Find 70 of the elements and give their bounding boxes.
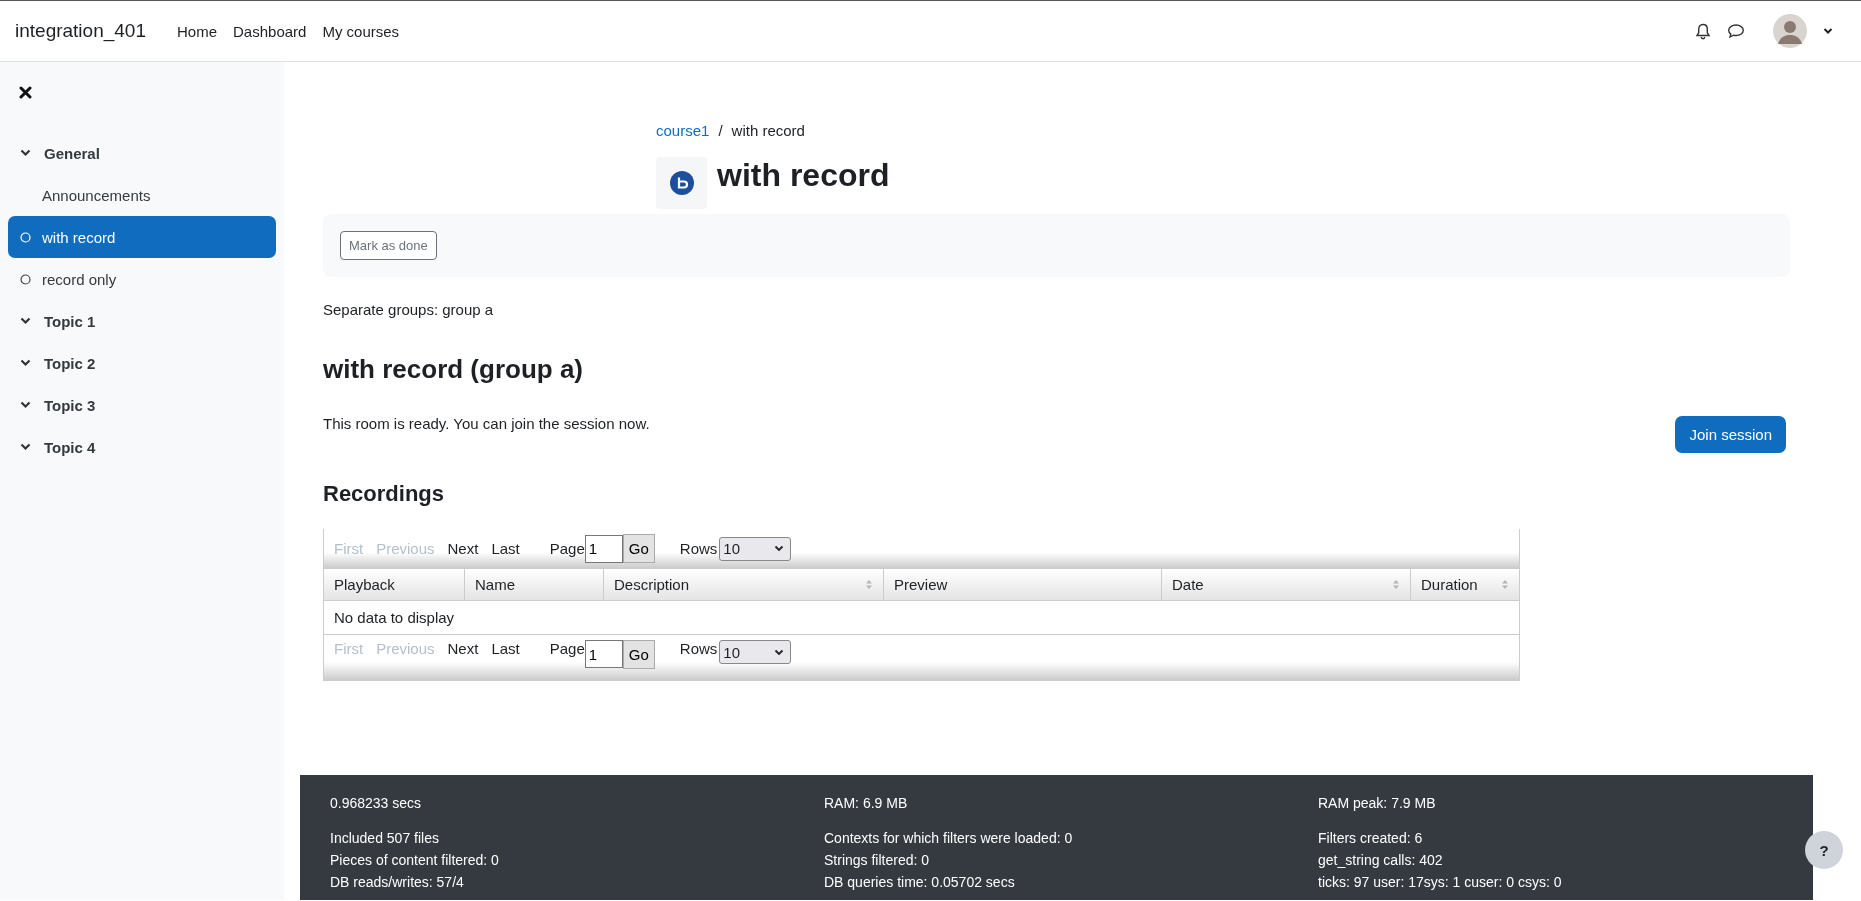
caret-icon (774, 545, 785, 552)
rows-select[interactable]: 10 (719, 536, 792, 561)
column-header[interactable]: Duration (1411, 569, 1519, 600)
performance-text: RAM: 6.9 MB (824, 795, 909, 811)
performance-text: get_string calls: 402 (1318, 852, 1444, 868)
column-header[interactable]: Date (1162, 569, 1411, 600)
last-link[interactable]: Last (491, 540, 520, 557)
page-label: Page (549, 640, 585, 657)
chevron-down-icon[interactable] (20, 317, 31, 325)
performance-text: Strings filtered: 0 (824, 852, 931, 868)
page-label: Page (549, 540, 585, 557)
avatar-icon[interactable] (1773, 14, 1807, 48)
nav-link[interactable]: My courses (322, 22, 400, 40)
section-title[interactable]: Topic 2 (44, 354, 96, 372)
mark-as-done-button[interactable]: Mark as done (340, 231, 437, 260)
rows-label: Rows (679, 540, 718, 557)
join-session-button[interactable]: Join session (1675, 416, 1786, 453)
performance-text: DB reads/writes: 57/4 (330, 874, 465, 890)
column-header[interactable]: Name (465, 569, 604, 600)
nav-link[interactable]: Home (177, 22, 217, 40)
room-title: with record (group a) (323, 354, 584, 385)
page-input[interactable]: 1 (584, 640, 623, 668)
section-title[interactable]: Topic 4 (44, 438, 96, 456)
chevron-down-icon[interactable] (20, 401, 31, 409)
performance-text: Contexts for which filters were loaded: 0 (824, 830, 1074, 846)
section-title[interactable]: Topic 3 (44, 396, 96, 414)
next-link[interactable]: Next (447, 540, 479, 557)
performance-text: DB queries time: 0.05702 secs (824, 874, 1016, 890)
go-button[interactable]: Go (622, 640, 655, 669)
performance-text: Included 507 files (330, 830, 440, 846)
help-button[interactable]: ? (1805, 831, 1843, 869)
section-title[interactable]: General (44, 144, 100, 162)
breadcrumb-link[interactable]: course1 (656, 122, 710, 139)
room-status-text: This room is ready. You can join the session now. (323, 415, 650, 432)
performance-text: Pieces of content filtered: 0 (330, 852, 500, 868)
page-title: with record (717, 157, 890, 195)
breadcrumb-separator: / (718, 122, 723, 139)
performance-text: 0.968233 secs (330, 795, 423, 811)
close-icon[interactable] (19, 86, 32, 99)
bell-icon[interactable] (1695, 22, 1711, 40)
chevron-down-icon[interactable] (20, 149, 31, 157)
page-input[interactable]: 1 (584, 534, 623, 563)
column-header[interactable]: Preview (884, 569, 1162, 600)
activity-icon (656, 157, 707, 209)
chevron-down-icon[interactable] (20, 443, 31, 451)
sidebar-item[interactable]: with record (8, 216, 276, 258)
column-header[interactable]: Playback (324, 569, 465, 600)
rows-select[interactable]: 10 (719, 640, 792, 664)
last-link[interactable]: Last (491, 640, 520, 657)
rows-label: Rows (679, 640, 718, 657)
go-button[interactable]: Go (622, 534, 655, 563)
caret-icon (774, 648, 785, 656)
chevron-down-icon[interactable] (20, 359, 31, 367)
sidebar-item[interactable]: Announcements (8, 174, 276, 216)
chat-bubble-icon[interactable] (1727, 23, 1745, 39)
recordings-heading: Recordings (323, 481, 446, 507)
circle-icon (20, 273, 31, 285)
site-name[interactable]: integration_401 (15, 20, 146, 42)
performance-text: RAM peak: 7.9 MB (1318, 795, 1437, 811)
section-title[interactable]: Topic 1 (44, 312, 96, 330)
breadcrumb-current: with record (731, 122, 805, 139)
circle-icon (20, 231, 31, 243)
column-header[interactable]: Description (604, 569, 884, 600)
group-mode-text: Separate groups: group a (323, 301, 495, 318)
performance-text: ticks: 97 user: 17sys: 1 cuser: 0 csys: 0 (1318, 874, 1563, 890)
next-link[interactable]: Next (447, 640, 479, 657)
sidebar-item[interactable]: record only (8, 258, 276, 300)
nav-link[interactable]: Dashboard (233, 22, 307, 40)
performance-text: Filters created: 6 (1318, 830, 1424, 846)
caret-icon[interactable] (1823, 27, 1833, 35)
